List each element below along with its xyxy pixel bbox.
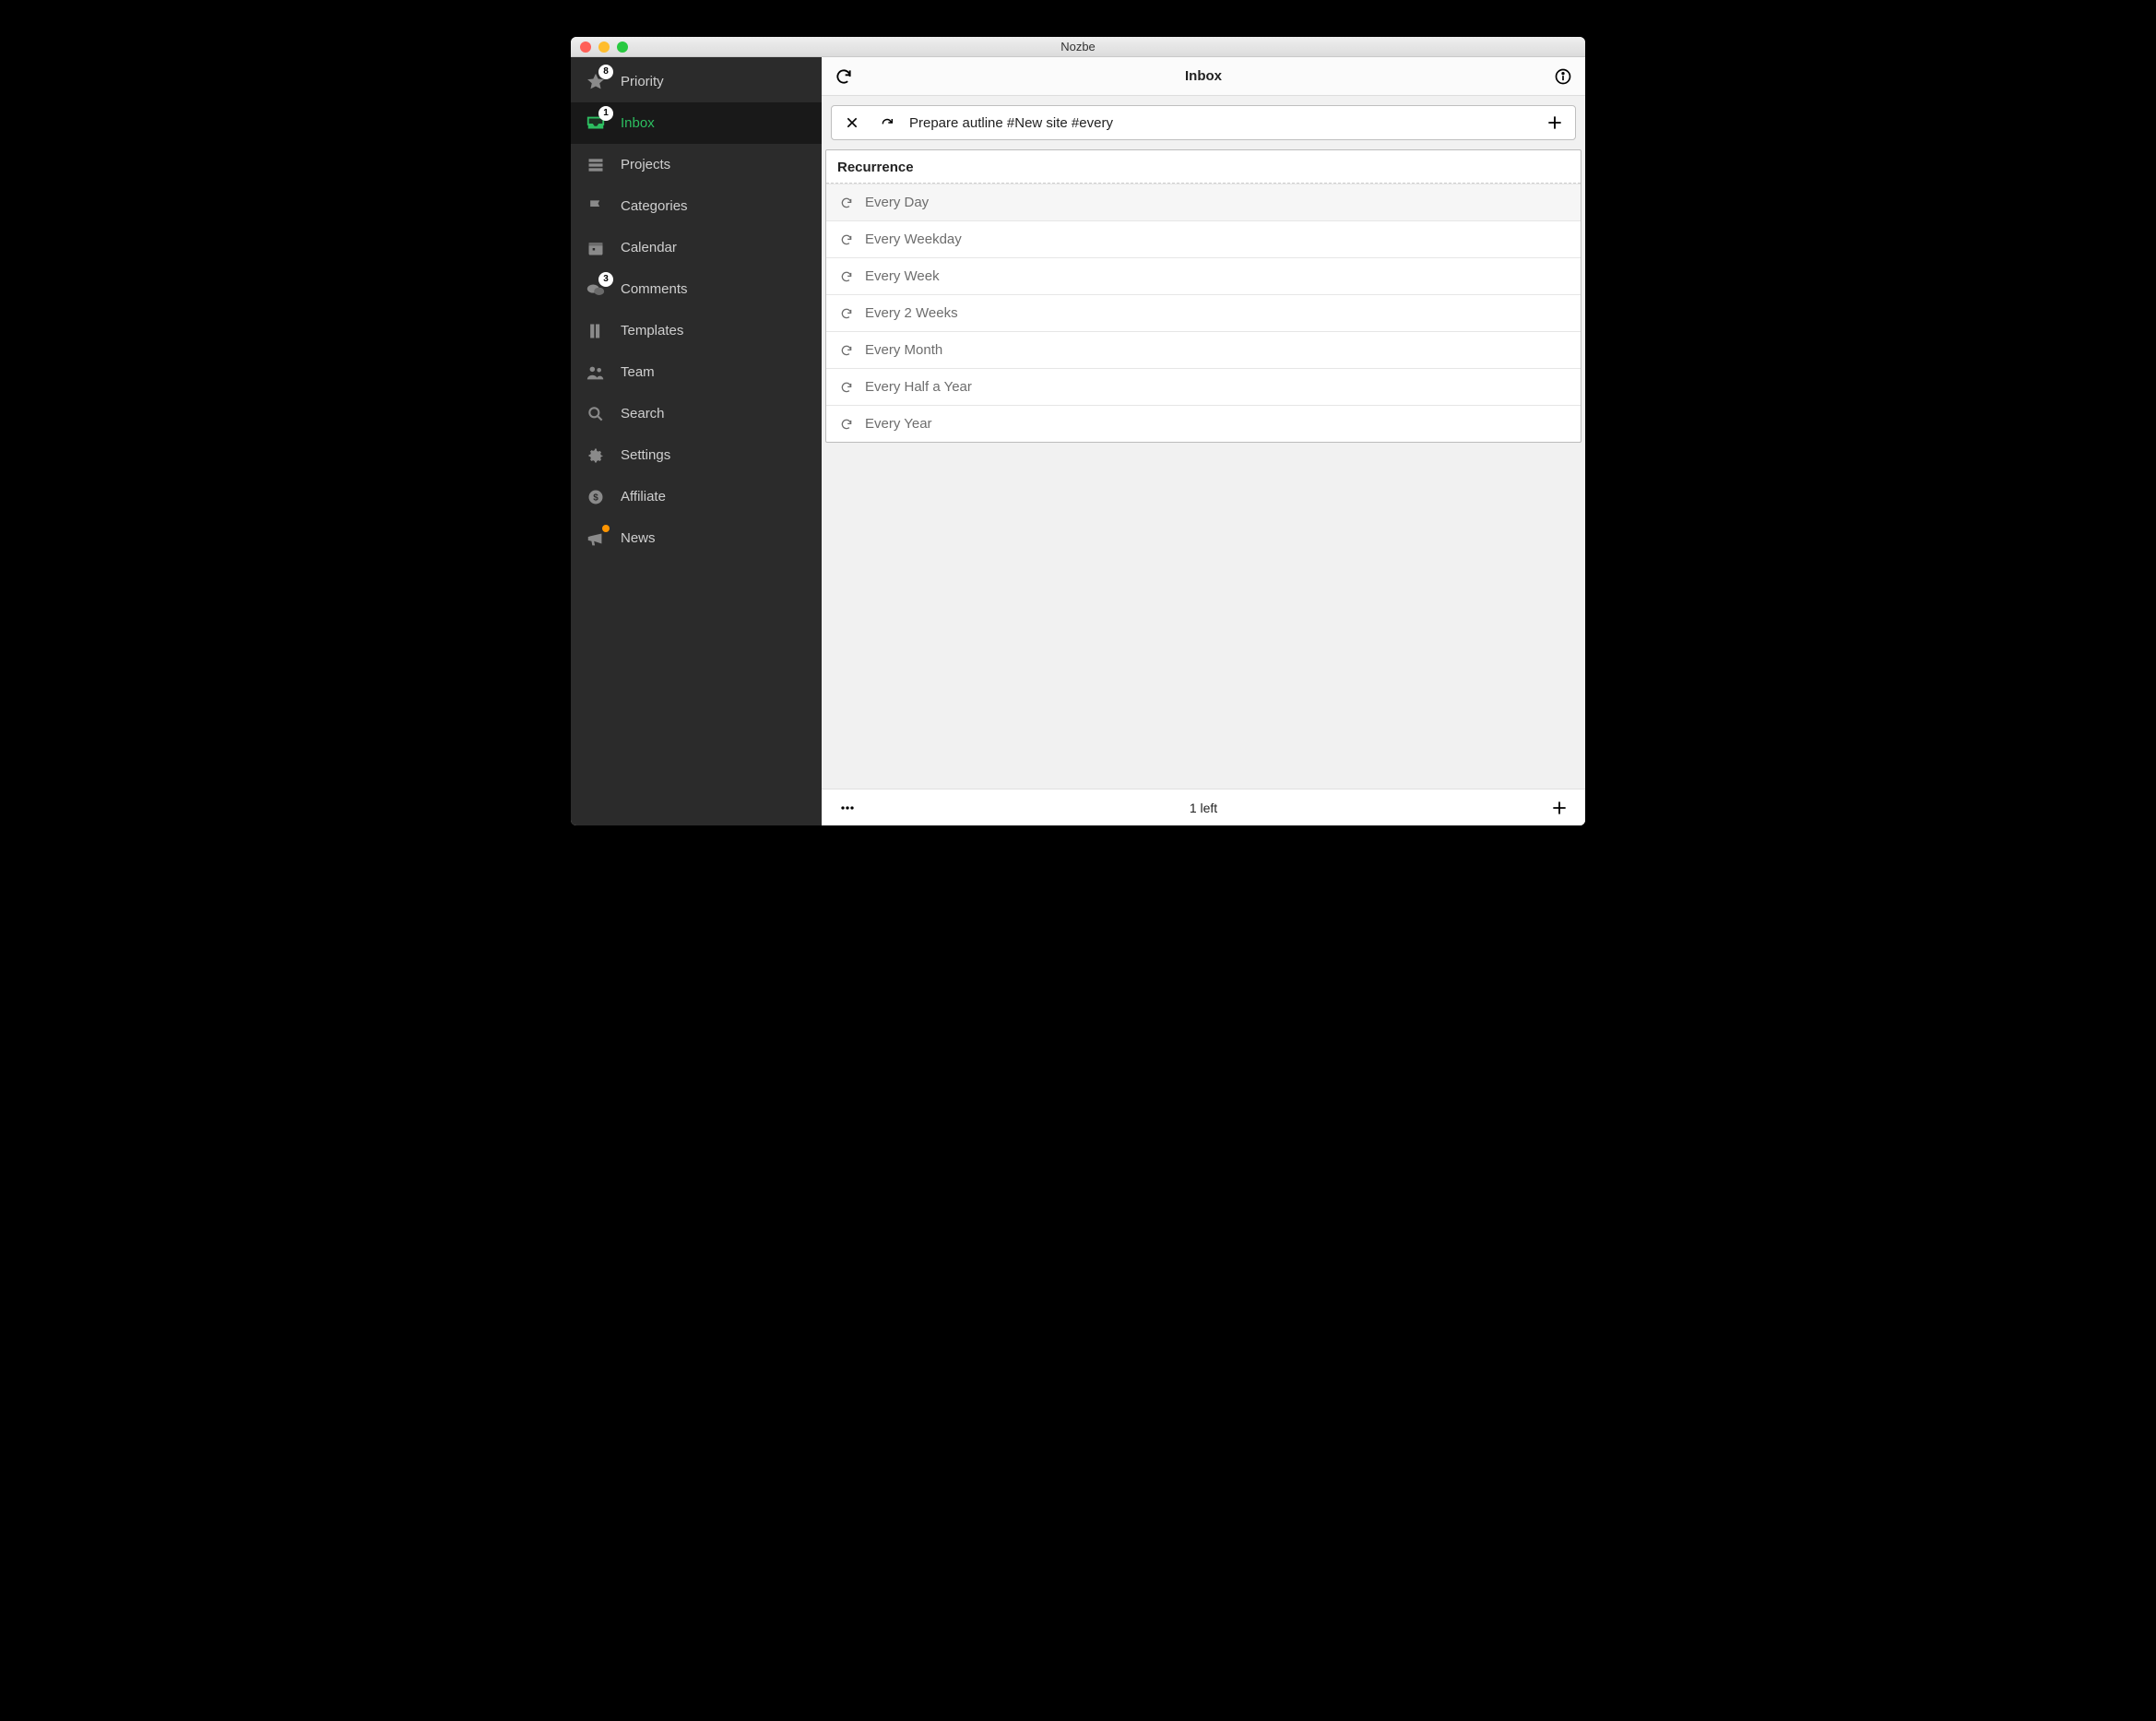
suggestion-item[interactable]: Every 2 Weeks xyxy=(826,294,1581,331)
footer: 1 left xyxy=(822,789,1585,825)
recurrence-icon xyxy=(839,417,854,432)
sidebar-item-inbox[interactable]: 1 Inbox xyxy=(571,102,822,144)
sidebar-item-label: News xyxy=(621,530,809,546)
suggestion-label: Every Year xyxy=(865,416,932,432)
main-header: Inbox xyxy=(822,57,1585,96)
suggestion-item[interactable]: Every Year xyxy=(826,405,1581,442)
sidebar: 8 Priority 1 Inbox Projects xyxy=(571,57,822,825)
recurrence-icon xyxy=(839,232,854,247)
close-icon[interactable] xyxy=(839,110,865,136)
sidebar-item-search[interactable]: Search xyxy=(571,393,822,434)
dollar-icon: $ xyxy=(584,485,608,509)
sidebar-item-label: Priority xyxy=(621,74,809,89)
sync-button[interactable] xyxy=(831,64,857,89)
recurrence-icon xyxy=(839,269,854,284)
titlebar: Nozbe xyxy=(571,37,1585,57)
recurrence-icon xyxy=(839,380,854,395)
suggestion-item[interactable]: Every Day xyxy=(826,184,1581,220)
info-button[interactable] xyxy=(1550,64,1576,89)
search-icon xyxy=(584,402,608,426)
window-title: Nozbe xyxy=(571,40,1585,53)
inbox-badge: 1 xyxy=(598,106,613,121)
app-window: Nozbe 8 Priority 1 Inbox xyxy=(571,37,1585,825)
sidebar-item-label: Projects xyxy=(621,157,809,172)
sidebar-item-priority[interactable]: 8 Priority xyxy=(571,61,822,102)
megaphone-icon xyxy=(584,527,608,551)
suggestion-item[interactable]: Every Week xyxy=(826,257,1581,294)
comments-icon: 3 xyxy=(584,278,608,302)
more-button[interactable] xyxy=(835,795,860,821)
team-icon xyxy=(584,361,608,385)
sidebar-item-label: Settings xyxy=(621,447,809,463)
star-icon: 8 xyxy=(584,70,608,94)
sidebar-item-news[interactable]: News xyxy=(571,517,822,559)
recurrence-icon xyxy=(839,306,854,321)
sidebar-item-affiliate[interactable]: $ Affiliate xyxy=(571,476,822,517)
suggestion-item[interactable]: Every Half a Year xyxy=(826,368,1581,405)
entry-area xyxy=(822,96,1585,149)
suggestion-label: Every Weekday xyxy=(865,231,962,247)
footer-status: 1 left xyxy=(822,801,1585,815)
sidebar-item-settings[interactable]: Settings xyxy=(571,434,822,476)
sidebar-item-label: Affiliate xyxy=(621,489,809,504)
new-task-entry xyxy=(831,105,1576,140)
svg-text:$: $ xyxy=(593,493,598,503)
header-title: Inbox xyxy=(1185,68,1222,84)
inbox-icon: 1 xyxy=(584,112,608,136)
sidebar-item-label: Comments xyxy=(621,281,809,297)
redo-icon[interactable] xyxy=(874,110,900,136)
suggestion-label: Every Week xyxy=(865,268,940,284)
recurrence-icon xyxy=(839,196,854,210)
main-panel: Inbox xyxy=(822,57,1585,825)
sidebar-item-label: Categories xyxy=(621,198,809,214)
news-dot xyxy=(602,525,610,532)
sidebar-item-categories[interactable]: Categories xyxy=(571,185,822,227)
add-task-button[interactable] xyxy=(1542,110,1568,136)
recurrence-icon xyxy=(839,343,854,358)
sidebar-item-label: Search xyxy=(621,406,809,421)
sidebar-item-templates[interactable]: Templates xyxy=(571,310,822,351)
suggestion-dropdown: Recurrence Every Day Every Weekday xyxy=(825,149,1581,443)
comments-badge: 3 xyxy=(598,272,613,287)
projects-icon xyxy=(584,153,608,177)
sidebar-item-calendar[interactable]: Calendar xyxy=(571,227,822,268)
sidebar-item-label: Inbox xyxy=(621,115,809,131)
suggestion-label: Every 2 Weeks xyxy=(865,305,958,321)
suggestion-label: Every Day xyxy=(865,195,929,210)
templates-icon xyxy=(584,319,608,343)
priority-badge: 8 xyxy=(598,65,613,79)
sidebar-item-label: Templates xyxy=(621,323,809,338)
sidebar-item-label: Calendar xyxy=(621,240,809,255)
suggestion-item[interactable]: Every Month xyxy=(826,331,1581,368)
suggestion-label: Every Month xyxy=(865,342,942,358)
suggestion-label: Every Half a Year xyxy=(865,379,972,395)
calendar-icon xyxy=(584,236,608,260)
sidebar-item-projects[interactable]: Projects xyxy=(571,144,822,185)
sidebar-item-label: Team xyxy=(621,364,809,380)
footer-add-button[interactable] xyxy=(1546,795,1572,821)
suggestion-header: Recurrence xyxy=(826,150,1581,184)
gear-icon xyxy=(584,444,608,468)
flag-icon xyxy=(584,195,608,219)
content-spacer xyxy=(822,443,1585,789)
task-input[interactable] xyxy=(909,115,1533,131)
sidebar-item-team[interactable]: Team xyxy=(571,351,822,393)
suggestion-item[interactable]: Every Weekday xyxy=(826,220,1581,257)
sidebar-item-comments[interactable]: 3 Comments xyxy=(571,268,822,310)
